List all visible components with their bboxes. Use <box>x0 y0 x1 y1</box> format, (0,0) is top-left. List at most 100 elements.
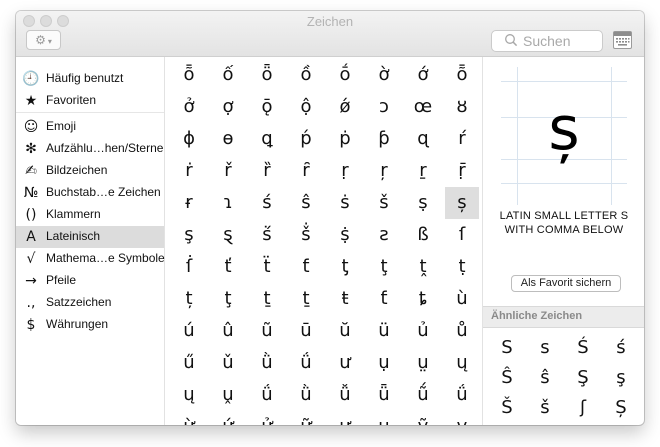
sidebar-item[interactable]: () Klammern <box>16 204 164 226</box>
character-cell[interactable]: ǔ <box>211 347 245 379</box>
character-cell[interactable]: ụ <box>367 347 401 379</box>
character-cell[interactable]: ữ <box>289 411 323 425</box>
sidebar-item[interactable]: √ Mathema…e Symbole <box>16 248 165 270</box>
character-cell[interactable]: ộ <box>289 91 323 123</box>
keyboard-viewer-button[interactable] <box>613 31 632 49</box>
character-cell[interactable]: ẗ <box>250 251 284 283</box>
similar-character-cell[interactable]: Ś <box>565 333 601 363</box>
character-cell[interactable]: ś <box>250 187 284 219</box>
character-cell[interactable]: ṭ <box>445 251 479 283</box>
character-cell[interactable]: ȑ <box>250 155 284 187</box>
character-cell[interactable]: ɍ <box>172 187 206 219</box>
character-cell[interactable]: ǭ <box>250 91 284 123</box>
character-cell[interactable]: ū <box>289 315 323 347</box>
character-cell[interactable]: ȿ <box>211 219 245 251</box>
character-cell[interactable]: ṥ <box>250 219 284 251</box>
character-cell[interactable]: ŧ <box>328 283 362 315</box>
character-cell[interactable]: ș <box>445 187 479 219</box>
character-cell[interactable]: ß <box>406 219 440 251</box>
character-cell[interactable]: ở <box>172 91 206 123</box>
similar-character-cell[interactable]: ş <box>603 363 639 393</box>
character-cell[interactable]: ꝗ <box>250 123 284 155</box>
character-cell[interactable]: ʉ <box>367 411 401 425</box>
similar-character-cell[interactable]: š <box>527 393 563 423</box>
character-cell[interactable]: ǘ <box>445 379 479 411</box>
character-cell[interactable]: ȣ <box>445 91 479 123</box>
character-cell[interactable]: ř <box>211 155 245 187</box>
character-cell[interactable]: û <box>211 315 245 347</box>
character-cell[interactable]: ṡ <box>328 187 362 219</box>
character-cell[interactable]: ƨ <box>367 219 401 251</box>
character-cell[interactable]: ų <box>445 347 479 379</box>
similar-character-cell[interactable]: ʃ <box>565 393 601 423</box>
character-cell[interactable]: ſ <box>445 219 479 251</box>
sidebar-item[interactable]: → Pfeile <box>16 270 164 292</box>
character-cell[interactable]: ȓ <box>289 155 323 187</box>
character-cell[interactable]: ƥ <box>367 123 401 155</box>
character-cell[interactable]: ợ <box>211 91 245 123</box>
character-cell[interactable]: ű <box>172 347 206 379</box>
similar-character-cell[interactable]: Ş <box>565 363 601 393</box>
add-favorite-button[interactable]: Als Favorit sichern <box>511 275 621 292</box>
character-cell[interactable]: ư <box>328 347 362 379</box>
character-cell[interactable]: ǘ <box>289 347 323 379</box>
character-cell[interactable]: ü <box>367 315 401 347</box>
character-cell[interactable]: ử <box>250 411 284 425</box>
character-cell[interactable]: ǘ <box>250 379 284 411</box>
character-cell[interactable]: ù <box>445 283 479 315</box>
character-cell[interactable]: ť <box>211 251 245 283</box>
similar-character-cell[interactable]: Ș <box>603 393 639 423</box>
character-cell[interactable]: ṯ <box>289 283 323 315</box>
character-cell[interactable]: ṿ <box>445 411 479 425</box>
character-cell[interactable]: ồ <box>289 59 323 91</box>
character-cell[interactable]: ȫ <box>250 59 284 91</box>
character-cell[interactable]: ṧ <box>289 219 323 251</box>
character-cell[interactable]: ƭ <box>289 251 323 283</box>
character-cell[interactable]: ț <box>172 283 206 315</box>
character-cell[interactable]: ų <box>172 379 206 411</box>
character-cell[interactable]: ṩ <box>328 219 362 251</box>
sidebar-item[interactable]: A Lateinisch <box>16 226 164 248</box>
character-cell[interactable]: ǜ <box>289 379 323 411</box>
sidebar-item[interactable]: ✍ Bildzeichen <box>16 160 164 182</box>
character-cell[interactable]: ƭ <box>367 283 401 315</box>
character-cell[interactable]: ố <box>211 59 245 91</box>
character-cell[interactable]: ɸ <box>172 123 206 155</box>
character-cell[interactable]: ṕ <box>289 123 323 155</box>
character-cell[interactable]: ţ <box>211 283 245 315</box>
character-cell[interactable]: ȭ <box>172 59 206 91</box>
character-cell[interactable]: ɋ <box>406 123 440 155</box>
sidebar-item[interactable]: 🕘 Häufig benutzt <box>16 68 164 90</box>
character-cell[interactable]: ɵ <box>211 123 245 155</box>
character-cell[interactable]: š <box>367 187 401 219</box>
character-cell[interactable]: ứ <box>211 411 245 425</box>
character-cell[interactable]: œ <box>406 91 440 123</box>
character-cell[interactable]: ţ <box>367 251 401 283</box>
character-cell[interactable]: ṳ <box>406 347 440 379</box>
character-cell[interactable]: ş <box>172 219 206 251</box>
character-cell[interactable]: ṹ <box>406 379 440 411</box>
character-cell[interactable]: ǿ <box>328 91 362 123</box>
sidebar-item[interactable]: ★ Favoriten <box>16 90 164 112</box>
sidebar-item[interactable]: ☺ Emoji <box>16 116 164 138</box>
character-cell[interactable]: ự <box>328 411 362 425</box>
character-cell[interactable]: ṯ <box>250 283 284 315</box>
character-cell[interactable]: ủ <box>406 315 440 347</box>
character-cell[interactable]: ũ <box>250 315 284 347</box>
character-cell[interactable]: ú <box>172 315 206 347</box>
character-cell[interactable]: ɔ <box>367 91 401 123</box>
similar-character-cell[interactable]: Š <box>489 393 525 423</box>
sidebar-item[interactable]: ✻ Aufzählu…hen/Sterne <box>16 138 164 160</box>
character-cell[interactable]: ǖ <box>367 379 401 411</box>
search-field[interactable] <box>491 30 603 52</box>
character-cell[interactable]: ṓ <box>328 59 362 91</box>
sidebar-item[interactable]: № Buchstab…e Zeichen <box>16 182 164 204</box>
search-input[interactable] <box>523 32 599 50</box>
character-cell[interactable]: ŕ <box>445 123 479 155</box>
character-cell[interactable]: ṣ <box>406 187 440 219</box>
action-menu-button[interactable]: ⚙ ▾ <box>26 30 61 50</box>
character-cell[interactable]: ẛ <box>172 251 206 283</box>
similar-character-cell[interactable]: S <box>489 333 525 363</box>
character-cell[interactable]: ṛ <box>328 155 362 187</box>
character-cell[interactable]: ừ <box>172 411 206 425</box>
